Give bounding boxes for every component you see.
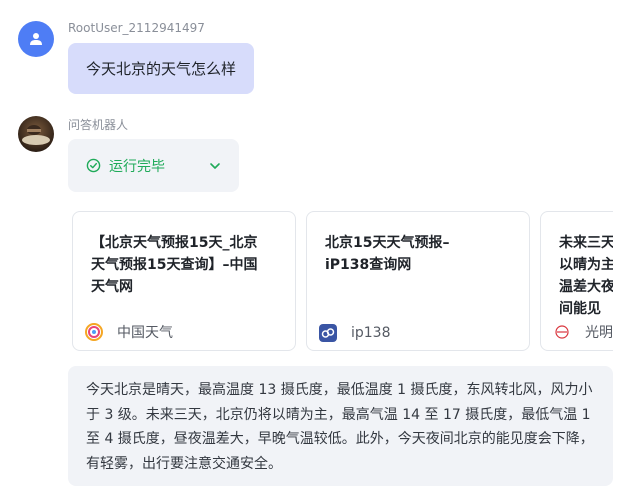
ip138-logo-icon — [319, 324, 337, 342]
source-site-name: 中国天气 — [117, 325, 173, 341]
chevron-down-icon[interactable] — [209, 160, 221, 172]
source-card-site: 中国天气 — [85, 322, 173, 342]
person-icon — [30, 33, 42, 45]
check-circle-icon — [86, 158, 101, 173]
source-cards: 【北京天气预报15天_北京天气预报15天查询】–中国天气网 中国天气 北京15天… — [72, 211, 613, 353]
bot-avatar — [18, 116, 54, 152]
bot-name: 问答机器人 — [68, 118, 129, 132]
source-card-title: 未来三天以晴为主温差大夜间能见 — [559, 235, 613, 317]
bot-avatar-image — [18, 116, 54, 152]
source-card-site: 光明 — [553, 322, 613, 342]
run-status-toggle[interactable]: 运行完毕 — [68, 139, 239, 192]
source-site-name: ip138 — [351, 325, 391, 341]
source-card-title: 北京15天天气预报–iP138查询网 — [325, 235, 450, 273]
weather-logo-icon — [85, 323, 103, 341]
source-card[interactable]: 【北京天气预报15天_北京天气预报15天查询】–中国天气网 中国天气 — [72, 211, 296, 351]
bot-answer: 今天北京是晴天，最高温度 13 摄氏度，最低温度 1 摄氏度，东风转北风，风力小… — [68, 366, 613, 486]
gmw-logo-icon — [553, 323, 571, 341]
source-card[interactable]: 未来三天以晴为主温差大夜间能见 光明 — [540, 211, 613, 351]
user-message-text: 今天北京的天气怎么样 — [86, 60, 237, 78]
source-card-title: 【北京天气预报15天_北京天气预报15天查询】–中国天气网 — [91, 235, 258, 295]
user-message-bubble: 今天北京的天气怎么样 — [68, 43, 255, 94]
user-avatar — [18, 21, 54, 57]
run-status-label: 运行完毕 — [109, 158, 165, 175]
source-card-site: ip138 — [319, 324, 391, 342]
user-name: RootUser_2112941497 — [68, 21, 205, 35]
source-site-name: 光明 — [585, 325, 613, 341]
source-card[interactable]: 北京15天天气预报–iP138查询网 ip138 — [306, 211, 530, 351]
